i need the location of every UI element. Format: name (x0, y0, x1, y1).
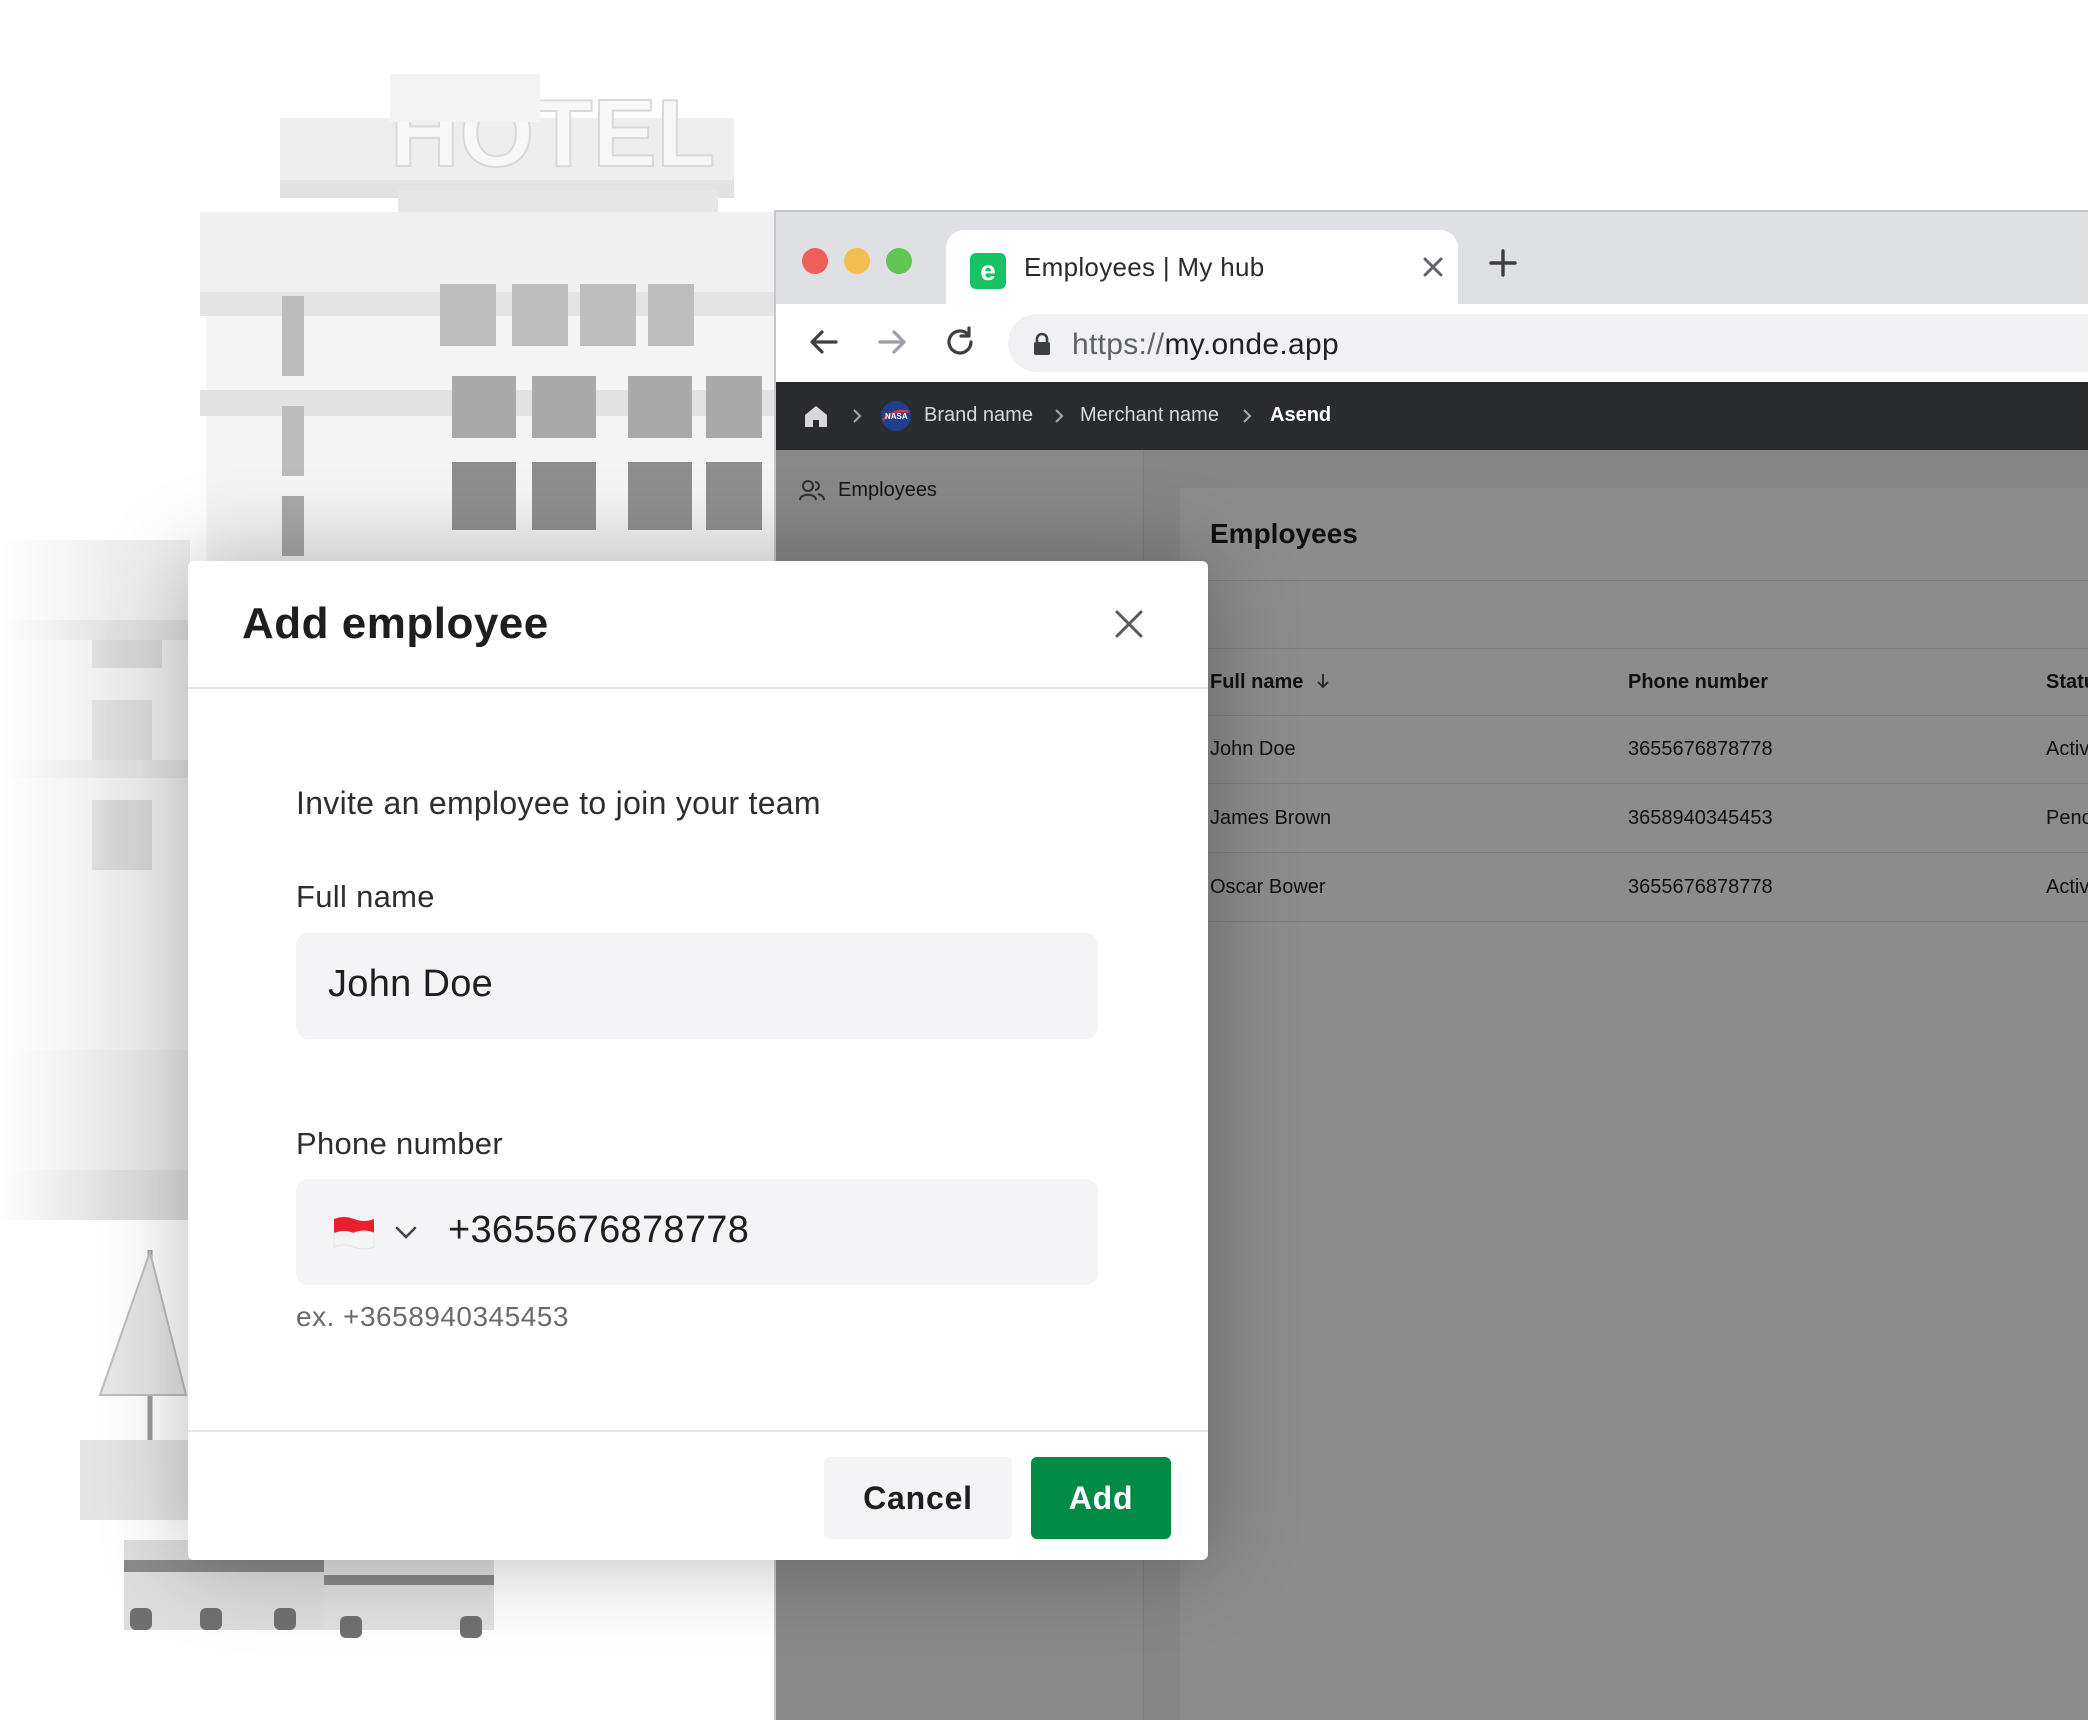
tab-strip: e Employees | My hub (776, 212, 2088, 304)
reload-icon[interactable] (942, 324, 978, 360)
url-protocol: https:// (1072, 328, 1165, 361)
side-building (0, 540, 190, 1240)
breadcrumb-merchant[interactable]: Merchant name (1080, 404, 1219, 427)
home-icon[interactable] (802, 402, 830, 430)
close-tab-icon[interactable] (1416, 250, 1450, 284)
dialog-footer-divider (188, 1430, 1208, 1432)
cancel-button[interactable]: Cancel (824, 1457, 1012, 1539)
flag-icon (333, 1217, 375, 1250)
app-header-breadcrumb: NASA Brand name Merchant name Asend (776, 382, 2088, 450)
browser-toolbar: https://my.onde.app (776, 304, 2088, 382)
window-minimize-button[interactable] (844, 248, 870, 274)
add-button[interactable]: Add (1031, 1457, 1171, 1539)
window-maximize-button[interactable] (886, 248, 912, 274)
full-name-label: Full name (296, 879, 435, 914)
chevron-right-icon (1243, 409, 1252, 423)
full-name-value: John Doe (328, 963, 494, 1005)
close-icon[interactable] (1112, 607, 1146, 641)
phone-number-input[interactable]: +3655676878778 (448, 1209, 749, 1252)
onde-favicon-icon: e (970, 253, 1006, 289)
dialog-title: Add employee (242, 599, 549, 648)
chevron-right-icon (1055, 409, 1064, 423)
address-bar[interactable]: https://my.onde.app (1008, 314, 2088, 372)
back-arrow-icon[interactable] (806, 324, 842, 360)
chevron-down-icon (395, 1226, 417, 1239)
phone-number-field: +3655676878778 (296, 1179, 1098, 1285)
dialog-header-divider (188, 687, 1208, 689)
dialog-subtitle: Invite an employee to join your team (296, 785, 821, 821)
new-tab-plus-icon[interactable] (1486, 246, 1520, 280)
breadcrumb-brand[interactable]: Brand name (924, 404, 1033, 427)
phone-number-label: Phone number (296, 1126, 503, 1161)
breadcrumb-current: Asend (1270, 404, 1332, 426)
browser-tab-employees[interactable]: e Employees | My hub (946, 230, 1458, 304)
url-text: https://my.onde.app (1072, 328, 1339, 362)
tab-title: Employees | My hub (1024, 252, 1265, 282)
add-employee-dialog: Add employee Invite an employee to join … (188, 561, 1208, 1560)
full-name-input[interactable]: John Doe (296, 933, 1098, 1039)
chevron-right-icon (853, 409, 862, 423)
phone-number-hint: ex. +3658940345453 (296, 1301, 569, 1332)
lock-icon (1034, 332, 1050, 355)
brand-logo-icon: NASA (881, 401, 911, 431)
svg-text:NASA: NASA (885, 412, 908, 421)
hotel-tower: HOTEL (200, 74, 774, 566)
url-host: my.onde.app (1164, 328, 1339, 361)
country-code-selector[interactable] (332, 1211, 426, 1255)
forward-arrow-icon[interactable] (874, 324, 910, 360)
window-close-button[interactable] (802, 248, 828, 274)
